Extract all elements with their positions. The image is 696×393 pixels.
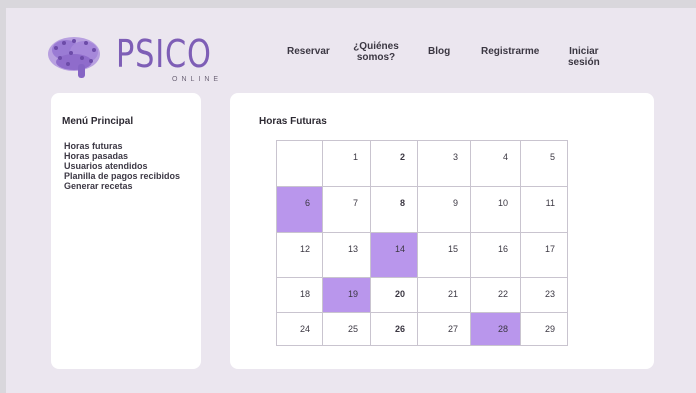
- calendar-day-14[interactable]: 14: [370, 232, 418, 278]
- brand-logo[interactable]: PSICO ONLINE: [44, 30, 218, 90]
- calendar-day-28[interactable]: 28: [470, 312, 521, 346]
- calendar-day-8[interactable]: 8: [370, 186, 418, 233]
- nav-registrarme[interactable]: Registrarme: [481, 46, 539, 57]
- brain-icon: [48, 37, 100, 78]
- calendar-day-9[interactable]: 9: [417, 186, 471, 233]
- nav-iniciar-sesion[interactable]: Iniciar sesión: [568, 46, 600, 68]
- calendar-week-row: 18 19 20 21 22 23: [276, 277, 568, 313]
- menu-item-generar-recetas[interactable]: Generar recetas: [64, 181, 180, 191]
- calendar-week-row: 12 13 14 15 16 17: [276, 232, 568, 278]
- brand-name: PSICO: [116, 32, 212, 76]
- calendar-week-row: 6 7 8 9 10 11: [276, 186, 568, 233]
- nav-reservar[interactable]: Reservar: [287, 46, 330, 57]
- calendar-day-16[interactable]: 16: [470, 232, 521, 278]
- calendar-week-row: 24 25 26 27 28 29: [276, 312, 568, 346]
- calendar-day-20[interactable]: 20: [370, 277, 418, 313]
- page-title: Horas Futuras: [259, 116, 327, 127]
- calendar-day-7[interactable]: 7: [322, 186, 371, 233]
- calendar-day-10[interactable]: 10: [470, 186, 521, 233]
- calendar-day-23[interactable]: 23: [520, 277, 568, 313]
- calendar-day-27[interactable]: 27: [417, 312, 471, 346]
- brand-tagline: ONLINE: [172, 76, 223, 83]
- calendar-day-12[interactable]: 12: [276, 232, 323, 278]
- calendar-day-18[interactable]: 18: [276, 277, 323, 313]
- menu-item-planilla-pagos[interactable]: Planilla de pagos recibidos: [64, 171, 180, 181]
- calendar-day-1[interactable]: 1: [322, 140, 371, 187]
- calendar-day-3[interactable]: 3: [417, 140, 471, 187]
- calendar-day-empty[interactable]: [276, 140, 323, 187]
- calendar-day-19[interactable]: 19: [322, 277, 371, 313]
- calendar-day-6[interactable]: 6: [276, 186, 323, 233]
- calendar-day-29[interactable]: 29: [520, 312, 568, 346]
- calendar-day-15[interactable]: 15: [417, 232, 471, 278]
- calendar-day-22[interactable]: 22: [470, 277, 521, 313]
- calendar-day-24[interactable]: 24: [276, 312, 323, 346]
- nav-blog[interactable]: Blog: [428, 46, 450, 57]
- calendar-day-21[interactable]: 21: [417, 277, 471, 313]
- menu-item-horas-futuras[interactable]: Horas futuras: [64, 141, 180, 151]
- calendar-grid: 1 2 3 4 5 6 7 8 9 10 11 12 13 14 15 16 17 18 19 20 21 22 23 24 2…: [276, 140, 568, 346]
- calendar-day-17[interactable]: 17: [520, 232, 568, 278]
- calendar-day-25[interactable]: 25: [322, 312, 371, 346]
- menu-item-horas-pasadas[interactable]: Horas pasadas: [64, 151, 180, 161]
- calendar-day-5[interactable]: 5: [520, 140, 568, 187]
- main-menu-panel: Menú Principal Horas futuras Horas pasad…: [51, 93, 201, 369]
- calendar-day-26[interactable]: 26: [370, 312, 418, 346]
- menu-list: Horas futuras Horas pasadas Usuarios ate…: [64, 141, 180, 191]
- menu-title: Menú Principal: [62, 116, 134, 127]
- calendar-day-13[interactable]: 13: [322, 232, 371, 278]
- menu-item-usuarios-atendidos[interactable]: Usuarios atendidos: [64, 161, 180, 171]
- nav-quienes-somos[interactable]: ¿Quiénes somos?: [349, 41, 403, 63]
- calendar-day-11[interactable]: 11: [520, 186, 568, 233]
- calendar-week-row: 12345: [276, 140, 568, 187]
- calendar-day-2[interactable]: 2: [370, 140, 418, 187]
- calendar-day-4[interactable]: 4: [470, 140, 521, 187]
